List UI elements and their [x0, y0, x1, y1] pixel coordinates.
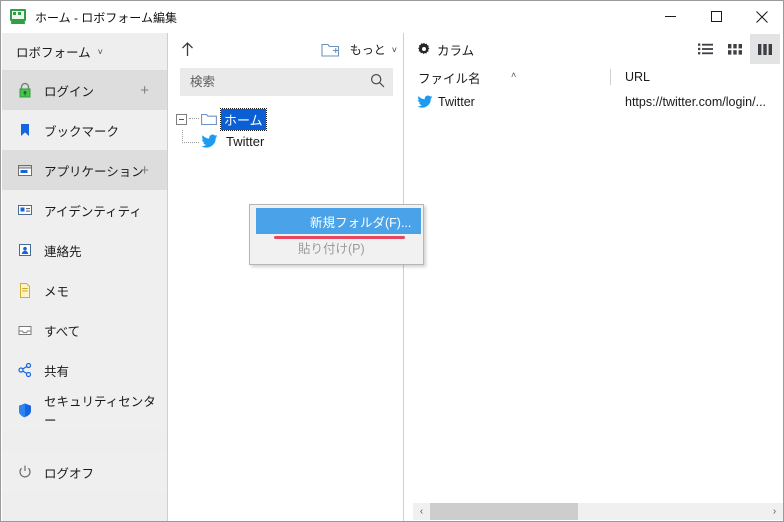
- row-name-cell: Twitter: [405, 95, 610, 109]
- sidebar: ロボフォーム ˅ ログイン + ブックマーク アプリケーション + アイデンティ…: [2, 33, 168, 521]
- sidebar-item-label: アイデンティティ: [44, 204, 142, 219]
- inbox-icon: [16, 321, 34, 339]
- identity-card-icon: [16, 201, 34, 219]
- sidebar-item-logoff[interactable]: ログオフ: [2, 452, 167, 492]
- new-folder-icon[interactable]: [318, 38, 344, 62]
- chevron-down-icon: ˅: [391, 44, 397, 55]
- columns-button[interactable]: カラム: [417, 40, 474, 59]
- sidebar-item-label: ブックマーク: [44, 124, 120, 139]
- tree-connector: [182, 129, 199, 143]
- add-application-button[interactable]: +: [140, 163, 149, 178]
- tree-connector: [189, 118, 199, 120]
- more-label: もっと: [349, 43, 386, 57]
- view-mode-switcher: [690, 33, 780, 65]
- sidebar-item-label: すべて: [44, 324, 81, 339]
- roboform-icon: [10, 8, 28, 26]
- twitter-icon: [417, 95, 433, 109]
- column-header-label: ファイル名: [418, 71, 481, 86]
- sidebar-item-label: アプリケーション: [44, 164, 144, 179]
- bookmark-icon: [16, 121, 34, 139]
- scrollbar-track[interactable]: [430, 503, 766, 520]
- column-header-filename[interactable]: ファイル名 ˄: [405, 68, 610, 87]
- tree-node-twitter[interactable]: Twitter: [182, 129, 403, 152]
- sidebar-item-label: 共有: [44, 364, 70, 379]
- lock-icon: [16, 81, 34, 99]
- list-toolbar: カラム: [405, 33, 783, 65]
- sidebar-item-applications[interactable]: アプリケーション +: [2, 150, 167, 190]
- context-menu: 新規フォルダ(F)... 貼り付け(P): [249, 204, 424, 265]
- tree-node-home[interactable]: ホーム: [168, 107, 403, 131]
- arrow-up-icon[interactable]: [172, 36, 202, 64]
- collapse-box-icon[interactable]: [176, 113, 187, 125]
- close-icon[interactable]: [739, 1, 783, 32]
- table-row[interactable]: Twitter https://twitter.com/login/...: [405, 89, 783, 114]
- sidebar-account-label: ロボフォーム: [16, 46, 91, 60]
- sidebar-item-notes[interactable]: メモ: [2, 270, 167, 310]
- column-header-label: URL: [625, 70, 651, 84]
- contact-icon: [16, 241, 34, 259]
- menu-item-label: 貼り付け(P): [298, 241, 365, 256]
- window-title: ホーム - ロボフォーム編集: [35, 10, 177, 25]
- sidebar-item-security-center[interactable]: セキュリティセンター: [2, 390, 167, 430]
- list-view-icon[interactable]: [690, 34, 720, 64]
- tree-pane: もっと ˅ 検索 ホーム Twitter 新規フォルダ(F)... 貼り付け(P…: [168, 33, 424, 521]
- list-pane: カラム ファイル名 ˄ URL Twitter https://twitter.…: [405, 33, 783, 521]
- sort-ascending-icon: ˄: [511, 69, 517, 80]
- sidebar-item-label: ログオフ: [44, 466, 95, 481]
- roboform-editor-window: ホーム - ロボフォーム編集 ロボフォーム ˅ ログイン + ブックマーク アプ…: [0, 0, 784, 522]
- sidebar-item-label: メモ: [44, 284, 70, 299]
- menu-item-label: 新規フォルダ(F)...: [310, 215, 412, 230]
- row-url-cell: https://twitter.com/login/...: [625, 94, 767, 109]
- twitter-icon: [201, 134, 218, 149]
- column-view-icon[interactable]: [750, 34, 780, 64]
- column-header-row: ファイル名 ˄ URL: [405, 65, 783, 89]
- sidebar-item-label: セキュリティセンター: [44, 395, 156, 428]
- note-icon: [16, 281, 34, 299]
- tree-toolbar: もっと ˅: [168, 33, 403, 66]
- row-name-label: Twitter: [438, 94, 475, 109]
- sidebar-item-bookmarks[interactable]: ブックマーク: [2, 110, 167, 150]
- sidebar-item-contacts[interactable]: 連絡先: [2, 230, 167, 270]
- scroll-right-arrow-icon[interactable]: ›: [766, 503, 783, 520]
- menu-item-new-folder[interactable]: 新規フォルダ(F)...: [256, 208, 421, 234]
- sidebar-item-all[interactable]: すべて: [2, 310, 167, 350]
- application-icon: [16, 161, 34, 179]
- tree-toolbar-right: もっと ˅: [318, 33, 397, 66]
- sidebar-item-shared[interactable]: 共有: [2, 350, 167, 390]
- column-header-url[interactable]: URL: [610, 69, 650, 85]
- search-input[interactable]: [180, 68, 362, 96]
- sidebar-item-label: 連絡先: [44, 244, 82, 259]
- title-bar: ホーム - ロボフォーム編集: [1, 1, 783, 33]
- scroll-left-arrow-icon[interactable]: ‹: [413, 503, 430, 520]
- share-icon: [16, 361, 34, 379]
- horizontal-scrollbar[interactable]: ‹ ›: [413, 503, 783, 520]
- folder-icon: [201, 112, 217, 126]
- power-icon: [16, 463, 34, 481]
- annotation-underline: [274, 236, 405, 239]
- tree-node-label[interactable]: ホーム: [220, 107, 267, 131]
- sidebar-item-label: ログイン: [44, 84, 95, 99]
- tree-node-label[interactable]: Twitter: [223, 133, 267, 150]
- sidebar-account-header[interactable]: ロボフォーム ˅: [2, 33, 167, 70]
- sidebar-item-logins[interactable]: ログイン +: [2, 70, 167, 110]
- tile-view-icon[interactable]: [720, 34, 750, 64]
- minimize-icon[interactable]: [647, 1, 693, 32]
- scrollbar-thumb[interactable]: [430, 503, 578, 520]
- window-controls: [647, 1, 783, 32]
- maximize-icon[interactable]: [693, 1, 739, 32]
- search-icon[interactable]: [370, 73, 385, 93]
- columns-label: カラム: [437, 43, 475, 58]
- shield-icon: [16, 401, 34, 419]
- more-dropdown[interactable]: もっと ˅: [350, 41, 397, 58]
- folder-tree: ホーム Twitter 新規フォルダ(F)... 貼り付け(P): [168, 107, 424, 265]
- search-box[interactable]: [180, 68, 393, 96]
- gear-icon: [417, 42, 431, 56]
- chevron-down-icon: ˅: [97, 46, 103, 57]
- add-login-button[interactable]: +: [140, 83, 149, 98]
- sidebar-item-identities[interactable]: アイデンティティ: [2, 190, 167, 230]
